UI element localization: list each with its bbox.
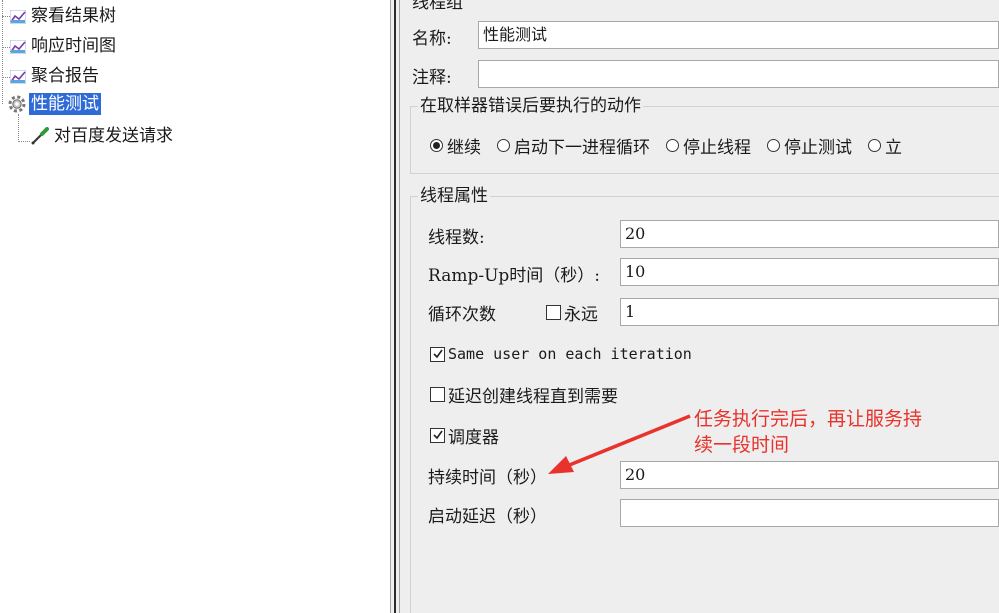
tree-connector bbox=[2, 77, 10, 78]
checkbox-label: 延迟创建线程直到需要 bbox=[448, 386, 618, 407]
checkbox-label: 调度器 bbox=[448, 427, 499, 448]
radio-stop-test-now[interactable]: 立 bbox=[868, 133, 902, 158]
gear-icon bbox=[8, 95, 26, 113]
radio-label: 继续 bbox=[447, 137, 481, 158]
chart-icon bbox=[9, 9, 27, 25]
annotation-arrow-icon bbox=[548, 414, 691, 474]
loop-count-label: 循环次数 bbox=[428, 304, 496, 325]
radio-stop-thread[interactable]: 停止线程 bbox=[666, 133, 751, 158]
radio-dot bbox=[666, 138, 679, 152]
radio-label: 停止测试 bbox=[784, 137, 852, 158]
tree-item-label: 察看结果树 bbox=[31, 6, 116, 26]
tree-item-response-time-graph[interactable]: 响应时间图 bbox=[9, 34, 118, 58]
error-action-radio-group: 继续 启动下一进程循环 停止线程 停止测试 立 bbox=[430, 133, 918, 158]
radio-stop-test[interactable]: 停止测试 bbox=[767, 133, 852, 158]
tree-connector bbox=[18, 141, 30, 142]
pipette-icon bbox=[30, 127, 50, 145]
radio-dot bbox=[497, 138, 510, 152]
tree-item-label: 聚合报告 bbox=[31, 66, 99, 86]
checkbox-label: 永远 bbox=[564, 304, 598, 325]
delay-thread-creation-checkbox[interactable]: 延迟创建线程直到需要 bbox=[430, 381, 618, 407]
panel-title: 线程组 bbox=[412, 0, 463, 13]
tree-item-label: 对百度发送请求 bbox=[54, 126, 173, 146]
annotation-line: 续一段时间 bbox=[694, 434, 790, 456]
checkbox-box bbox=[430, 386, 445, 402]
tree-item-aggregate-report[interactable]: 聚合报告 bbox=[9, 64, 101, 88]
checkbox-box bbox=[430, 427, 445, 443]
radio-dot bbox=[767, 138, 780, 152]
tree-connector bbox=[18, 114, 19, 142]
same-user-checkbox[interactable]: Same user on each iteration bbox=[430, 341, 692, 367]
radio-label: 停止线程 bbox=[683, 137, 751, 158]
chart-icon bbox=[9, 69, 27, 85]
radio-dot bbox=[868, 138, 881, 152]
tree-connector bbox=[2, 47, 10, 48]
rampup-label: Ramp-Up时间（秒）: bbox=[428, 265, 601, 286]
radio-start-next-loop[interactable]: 启动下一进程循环 bbox=[497, 133, 650, 158]
checkbox-box bbox=[430, 346, 445, 362]
comment-field[interactable] bbox=[478, 60, 999, 88]
tree-connector bbox=[2, 16, 10, 17]
name-field[interactable]: 性能测试 bbox=[478, 21, 999, 49]
forever-checkbox[interactable]: 永远 bbox=[546, 298, 598, 326]
rampup-field[interactable]: 10 bbox=[620, 258, 999, 286]
annotation-line: 任务执行完后，再让服务持 bbox=[694, 408, 923, 430]
startup-delay-field[interactable] bbox=[620, 499, 999, 527]
radio-continue[interactable]: 继续 bbox=[430, 133, 481, 158]
tree-item-label: 响应时间图 bbox=[31, 36, 116, 56]
divider-grip bbox=[394, 0, 396, 613]
radio-label: 启动下一进程循环 bbox=[514, 137, 650, 158]
threads-label: 线程数: bbox=[428, 227, 485, 248]
radio-label: 立 bbox=[885, 137, 902, 158]
group-title: 在取样器错误后要执行的动作 bbox=[418, 96, 643, 116]
group-title: 线程属性 bbox=[418, 186, 490, 206]
scheduler-checkbox[interactable]: 调度器 bbox=[430, 422, 499, 448]
tree-item-view-results-tree[interactable]: 察看结果树 bbox=[9, 4, 118, 28]
checkbox-box bbox=[546, 304, 561, 320]
radio-dot bbox=[430, 138, 443, 152]
tree-item-label: 性能测试 bbox=[29, 93, 101, 115]
annotation-text: 任务执行完后，再让服务持 续一段时间 bbox=[694, 406, 922, 458]
tree-item-thread-group[interactable]: 性能测试 bbox=[8, 92, 101, 116]
chart-icon bbox=[9, 39, 27, 55]
duration-label: 持续时间（秒） bbox=[428, 467, 547, 488]
tree-item-http-request[interactable]: 对百度发送请求 bbox=[30, 124, 175, 148]
comment-label: 注释: bbox=[412, 67, 452, 88]
thread-group-panel: 线程组 名称: 性能测试 注释: 在取样器错误后要执行的动作 继续 启动下一进程… bbox=[400, 0, 999, 613]
loop-count-field[interactable]: 1 bbox=[620, 298, 999, 326]
checkbox-label: Same user on each iteration bbox=[448, 345, 692, 363]
split-pane-divider[interactable] bbox=[390, 0, 400, 613]
startup-delay-label: 启动延迟（秒） bbox=[428, 506, 547, 527]
name-label: 名称: bbox=[412, 28, 452, 49]
threads-field[interactable]: 20 bbox=[620, 220, 999, 248]
test-plan-tree: 察看结果树 响应时间图 聚合报告 性能测试 对百度发送请求 bbox=[0, 0, 390, 613]
